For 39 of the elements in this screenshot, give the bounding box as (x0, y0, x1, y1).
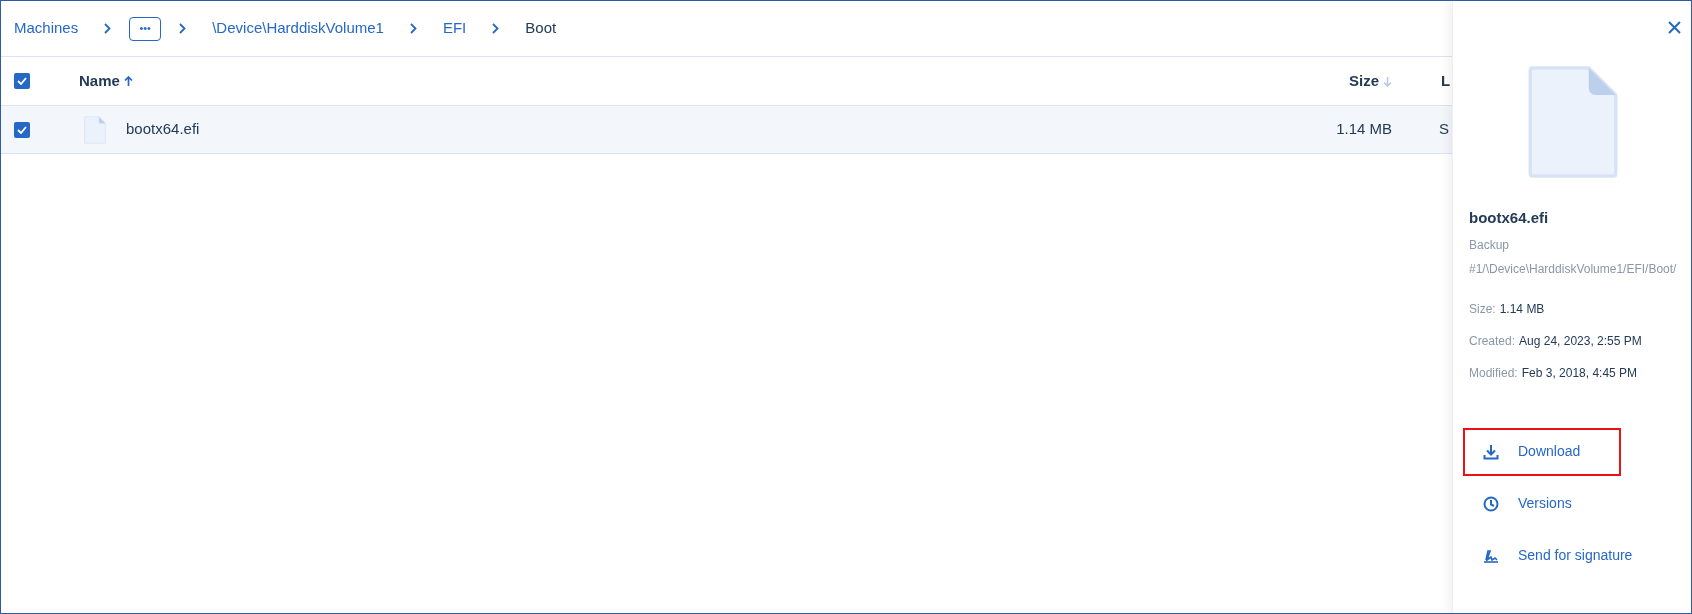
file-preview-icon (1528, 65, 1618, 179)
clock-icon (1483, 495, 1499, 512)
action-button[interactable]: Versions (1463, 479, 1621, 528)
checkbox[interactable] (14, 73, 30, 89)
chevron-right-icon (492, 23, 500, 34)
check-icon (17, 77, 27, 85)
source-label: Backup (1469, 236, 1511, 254)
checkbox[interactable] (14, 121, 30, 138)
close-button[interactable] (1665, 18, 1683, 36)
column-header[interactable]: Name (79, 69, 120, 93)
chevron-right-icon (409, 23, 417, 34)
table-cell-text: S (1438, 119, 1450, 140)
close-icon (1667, 20, 1681, 34)
breadcrumb-link[interactable]: Machines (14, 17, 79, 40)
column-header[interactable]: Size (1349, 69, 1379, 93)
field-label: Size: (1469, 300, 1496, 318)
check-icon (17, 125, 27, 134)
file-title: bootx64.efi (1469, 208, 1550, 228)
chevron-right-icon (179, 23, 187, 34)
file-icon (84, 115, 106, 144)
breadcrumb-current: Boot (525, 18, 557, 39)
download-icon (1483, 443, 1499, 460)
file-path: #1/\Device\HarddiskVolume1/EFI/Boot/ (1469, 260, 1678, 278)
signature-icon (1483, 548, 1499, 563)
field-value: 1.14 MB (1499, 300, 1545, 318)
breadcrumb-link[interactable]: EFI (442, 17, 467, 40)
chevron-right-icon (104, 23, 112, 34)
field-value: Feb 3, 2018, 4:45 PM (1521, 364, 1638, 382)
action-button[interactable]: Download (1463, 427, 1621, 476)
action-button[interactable]: Send for signature (1463, 531, 1645, 580)
field-label: Created: (1469, 332, 1516, 350)
field-label: Modified: (1469, 364, 1518, 382)
field-value: Aug 24, 2023, 2:55 PM (1519, 332, 1642, 350)
more-button[interactable]: ••• (129, 16, 162, 41)
table-cell-text: 1.14 MB (1335, 119, 1392, 140)
column-header[interactable]: L (1441, 69, 1451, 93)
breadcrumb-link[interactable]: \Device\HarddiskVolume1 (212, 17, 384, 40)
table-row[interactable]: bootx64.efi 1.14 MB S (1, 106, 1452, 154)
file-name: bootx64.efi (126, 119, 200, 140)
